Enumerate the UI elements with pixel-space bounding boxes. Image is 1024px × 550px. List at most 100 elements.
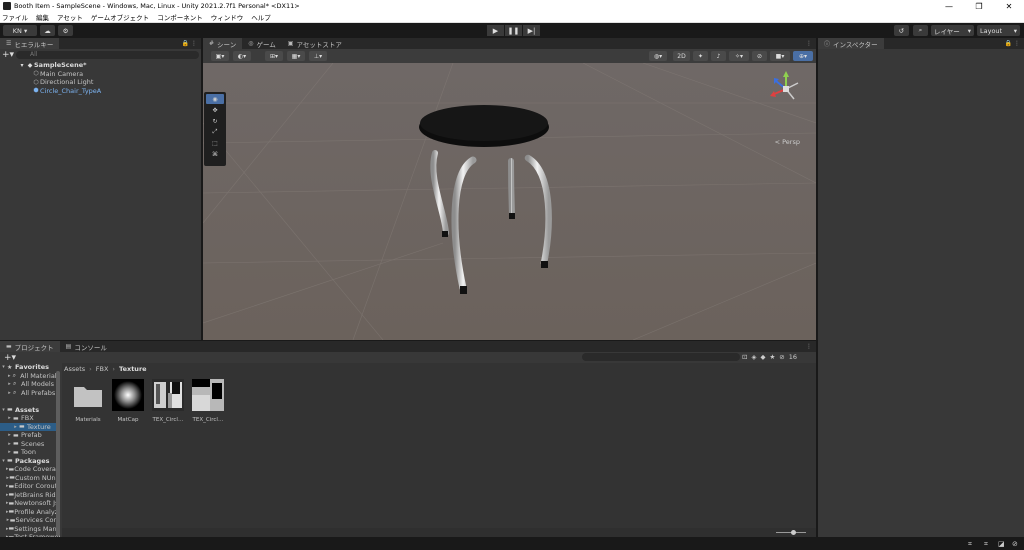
asset-item-matcap[interactable]: MatCap: [112, 379, 144, 423]
close-button[interactable]: ✕: [994, 0, 1024, 12]
lock-menu-icon[interactable]: ⋮: [806, 343, 812, 350]
project-tree-item[interactable]: ▾ ▬ Packages: [0, 457, 60, 466]
project-tree-item[interactable]: ▾ ★ Favorites: [0, 363, 60, 372]
breadcrumb-assets[interactable]: Assets: [64, 365, 85, 373]
menu-edit[interactable]: 編集: [36, 12, 49, 22]
expand-arrow-icon[interactable]: ▾: [0, 458, 7, 464]
tab-asset-store[interactable]: ▣ アセットストア: [282, 38, 348, 49]
project-tree-item[interactable]: ▾ ▬ Assets: [0, 406, 60, 415]
collab-button[interactable]: ⚙: [58, 25, 73, 36]
project-tree-item[interactable]: ▸▬Editor Coroutines: [0, 482, 60, 491]
breadcrumb-texture[interactable]: Texture: [119, 365, 147, 373]
cloud-button[interactable]: ☁: [40, 25, 55, 36]
bake-icon[interactable]: ◪: [998, 540, 1005, 548]
rotate-tool-button[interactable]: ↻: [206, 116, 224, 126]
project-tree-item[interactable]: ▸▬Settings Manager: [0, 525, 60, 534]
tab-hierarchy[interactable]: ☰ ヒエラルキー: [0, 38, 60, 49]
layers-dropdown[interactable]: レイヤー ▾: [931, 25, 974, 36]
asset-item-tex-circle-1[interactable]: TEX_Circl…: [152, 379, 184, 423]
hierarchy-search-input[interactable]: All: [16, 51, 199, 59]
camera-dropdown[interactable]: ■▾: [770, 51, 790, 61]
project-tree-scrollbar[interactable]: [56, 371, 60, 536]
lock-menu-icon[interactable]: 🔒 ⋮: [1005, 40, 1020, 47]
project-tree-item[interactable]: ▸ ▬ Custom NUnit: [0, 474, 60, 483]
project-tree-item[interactable]: ▸ ▬ Scenes: [0, 440, 60, 449]
tab-inspector[interactable]: ⓘ インスペクター: [818, 38, 884, 49]
expand-arrow-icon[interactable]: ▸: [6, 381, 13, 387]
hidden-packages-icon[interactable]: ⊘: [779, 353, 784, 361]
menu-assets[interactable]: アセット: [57, 12, 83, 22]
menu-help[interactable]: ヘルプ: [251, 12, 271, 22]
orientation-gizmo[interactable]: [766, 69, 806, 109]
layout-dropdown[interactable]: Layout ▾: [977, 25, 1020, 36]
expand-arrow-icon[interactable]: ▸: [6, 415, 13, 421]
type-filter-icon[interactable]: ◈: [751, 353, 756, 361]
scene-viewport[interactable]: ◉ ✥ ↻ ⤢ ⬚ ⌘ < Persp: [203, 63, 816, 340]
audio-toggle[interactable]: ♪: [711, 51, 726, 61]
minimize-button[interactable]: —: [934, 0, 964, 12]
project-tree-item[interactable]: ▸ ▬ Prefab: [0, 431, 60, 440]
favorite-star-icon[interactable]: ★: [769, 353, 775, 361]
step-button[interactable]: ▶|: [523, 25, 540, 36]
history-button[interactable]: ↺: [894, 25, 909, 36]
expand-arrow-icon[interactable]: ▸: [6, 449, 13, 455]
project-tree-item[interactable]: ▸ ▬ Toon: [0, 448, 60, 457]
maximize-button[interactable]: ❐: [964, 0, 994, 12]
expand-arrow-icon[interactable]: ▸: [6, 432, 13, 438]
tab-project[interactable]: ▬ プロジェクト: [0, 341, 60, 352]
tab-scene[interactable]: # シーン: [203, 38, 243, 49]
menu-component[interactable]: コンポーネント: [157, 12, 203, 22]
project-tree-item[interactable]: ▸ ▬ Services Core: [0, 516, 60, 525]
hidden-toggle[interactable]: ⊘: [752, 51, 767, 61]
search-scope-icon[interactable]: ⊡: [742, 353, 747, 361]
expand-arrow-icon[interactable]: ▸: [12, 424, 19, 430]
snap-dropdown[interactable]: ⊞▾: [265, 51, 283, 61]
thumbnail-size-slider[interactable]: [776, 530, 806, 535]
shading-dropdown[interactable]: ◍▾: [649, 51, 667, 61]
view-tool-button[interactable]: ◉: [206, 94, 224, 104]
expand-arrow-icon[interactable]: ▾: [0, 364, 7, 370]
hierarchy-scene-row[interactable]: ▾ ◆ SampleScene*: [0, 61, 201, 70]
draw-mode-dropdown[interactable]: ▣▾: [211, 51, 229, 61]
grid-dropdown[interactable]: ▦▾: [287, 51, 305, 61]
expand-arrow-icon[interactable]: ▸: [6, 390, 13, 396]
menu-gameobject[interactable]: ゲームオブジェクト: [91, 12, 149, 22]
project-tree-item[interactable]: ▸▬JetBrains Rider Editor: [0, 491, 60, 500]
project-tree-item[interactable]: ▸ ⌕ All Prefabs: [0, 389, 60, 398]
increment-snap-dropdown[interactable]: ⊥▾: [309, 51, 327, 61]
transform-tool-button[interactable]: ⌘: [206, 149, 224, 159]
play-button[interactable]: ▶: [487, 25, 504, 36]
expand-arrow-icon[interactable]: ▾: [18, 62, 26, 69]
progress-icon[interactable]: ⊘: [1012, 540, 1018, 548]
tab-game[interactable]: ◎ ゲーム: [242, 38, 282, 49]
tab-console[interactable]: ▤ コンソール: [60, 341, 113, 352]
menu-file[interactable]: ファイル: [2, 12, 28, 22]
slider-knob[interactable]: [791, 530, 796, 535]
asset-item-tex-circle-2[interactable]: TEX_Circl…: [192, 379, 224, 423]
create-button[interactable]: +▾: [4, 353, 16, 363]
breadcrumb-fbx[interactable]: FBX: [96, 365, 109, 373]
2d-toggle[interactable]: 2D: [673, 51, 690, 61]
gizmos-dropdown[interactable]: ⊕▾: [793, 51, 813, 61]
lighting-toggle[interactable]: ✦: [693, 51, 708, 61]
project-tree-item[interactable]: ▸▬Newtonsoft Json: [0, 499, 60, 508]
hierarchy-item-directional-light[interactable]: ⬡ Directional Light: [0, 78, 201, 87]
rect-tool-button[interactable]: ⬚: [206, 138, 224, 148]
expand-arrow-icon[interactable]: ▾: [0, 407, 7, 413]
project-search-input[interactable]: [582, 353, 740, 361]
label-filter-icon[interactable]: ◆: [760, 353, 765, 361]
move-tool-button[interactable]: ✥: [206, 105, 224, 115]
asset-item-materials[interactable]: Materials: [72, 379, 104, 423]
auto-generate-lighting-icon[interactable]: ⌗: [968, 540, 972, 549]
project-tree-item[interactable]: ▸ ⌕ All Materials: [0, 372, 60, 381]
scale-tool-button[interactable]: ⤢: [206, 127, 224, 137]
pause-button[interactable]: ❚❚: [505, 25, 522, 36]
add-button[interactable]: +▾: [2, 50, 16, 60]
hierarchy-item-main-camera[interactable]: ⬡ Main Camera: [0, 70, 201, 79]
hierarchy-item-circle-chair[interactable]: ⬢ Circle_Chair_TypeA: [0, 87, 201, 96]
project-tree-item[interactable]: ▸ ⌕ All Models: [0, 380, 60, 389]
project-tree-item[interactable]: ▸ ▬ Code Coverage: [0, 465, 60, 474]
cache-server-icon[interactable]: ⌗: [984, 540, 988, 549]
search-button[interactable]: ⌕: [913, 25, 928, 36]
lock-menu-icon[interactable]: ⋮: [806, 40, 812, 47]
